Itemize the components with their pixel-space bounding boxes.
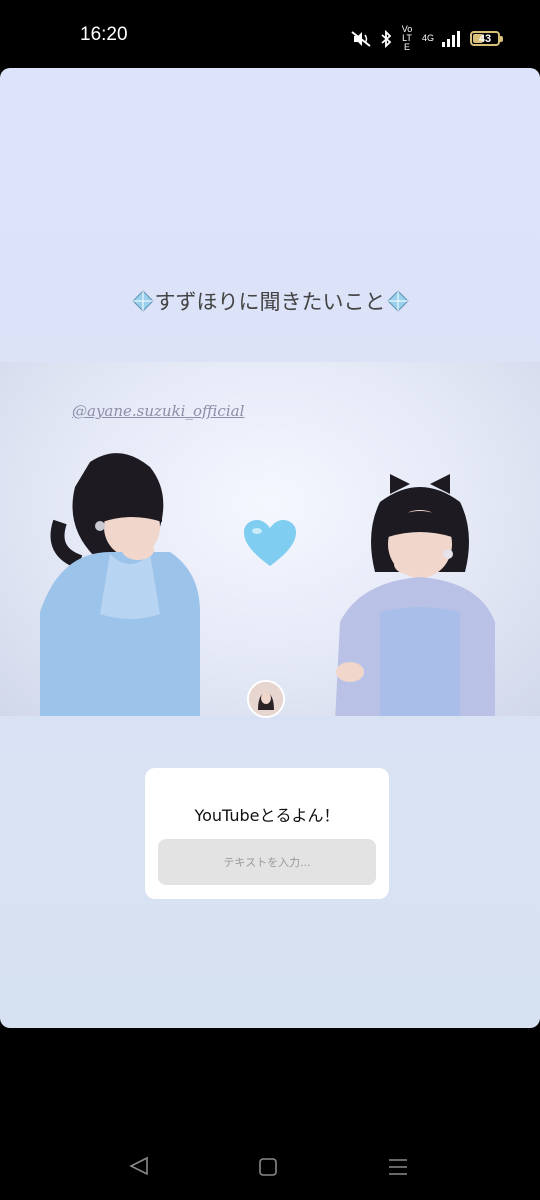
- battery-percent: 43: [478, 32, 492, 45]
- blue-heart-icon: [244, 520, 296, 572]
- story-title-text: すずほりに聞きたいこと: [154, 290, 386, 314]
- battery-icon: 43: [470, 31, 503, 46]
- question-sticker[interactable]: YouTubeとるよん！ テキストを入力...: [145, 768, 389, 899]
- status-bar: 16:20 Vo LTE 4G 43: [0, 0, 540, 68]
- status-icons: Vo LTE 4G 43: [350, 24, 503, 52]
- avatar: [247, 680, 285, 718]
- photo-handle: @ayane.suzuki_official: [72, 402, 245, 420]
- volte-label: Vo LTE: [401, 24, 413, 52]
- network-type-label: 4G: [421, 33, 434, 43]
- story-card[interactable]: すずほりに聞きたいこと @ayane.suzuki_official YouTu…: [0, 68, 540, 1028]
- person-right-illustration: [335, 474, 495, 716]
- question-input-placeholder: テキストを入力...: [223, 856, 311, 869]
- person-left-illustration: [40, 453, 200, 716]
- story-photo: @ayane.suzuki_official: [0, 362, 540, 716]
- bluetooth-icon: [380, 29, 392, 48]
- diamond-icon: [386, 289, 410, 318]
- story-title: すずほりに聞きたいこと: [0, 286, 540, 318]
- question-prompt: YouTubeとるよん！: [194, 806, 340, 825]
- status-time: 16:20: [80, 24, 128, 45]
- signal-icon: [442, 30, 462, 47]
- question-input[interactable]: テキストを入力...: [158, 839, 376, 885]
- diamond-icon: [131, 289, 155, 318]
- system-nav-bar: [0, 1130, 540, 1200]
- mute-vibrate-icon: [350, 30, 372, 48]
